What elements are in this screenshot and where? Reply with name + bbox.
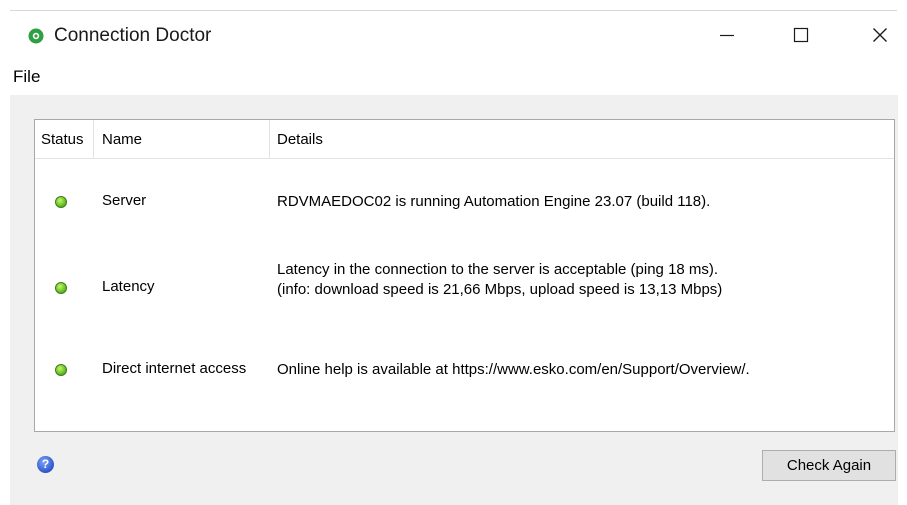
row-name: Server — [102, 192, 147, 209]
check-again-button[interactable]: Check Again — [762, 450, 896, 481]
status-table: Status Name Details Server RDVMAEDOC02 i… — [34, 119, 895, 432]
details-line: Latency in the connection to the server … — [277, 261, 719, 278]
close-button[interactable] — [857, 11, 903, 59]
column-header-status[interactable]: Status — [35, 120, 94, 158]
row-name: Direct internet access — [102, 360, 247, 377]
window-title: Connection Doctor — [54, 25, 212, 46]
app-icon — [28, 28, 44, 44]
menu-file[interactable]: File — [13, 67, 40, 87]
menu-bar: File — [0, 63, 907, 91]
title-bar[interactable]: Connection Doctor — [0, 11, 907, 63]
minimize-icon — [720, 34, 734, 37]
help-icon[interactable]: ? — [37, 456, 54, 473]
status-ok-icon — [55, 196, 67, 208]
row-details: Latency in the connection to the server … — [277, 260, 722, 300]
details-line: (info: download speed is 21,66 Mbps, upl… — [277, 281, 723, 298]
details-line: RDVMAEDOC02 is running Automation Engine… — [277, 193, 711, 210]
column-header-name[interactable]: Name — [94, 120, 270, 158]
row-details: RDVMAEDOC02 is running Automation Engine… — [277, 192, 710, 212]
status-ok-icon — [55, 282, 67, 294]
table-row[interactable]: Direct internet access Online help is av… — [35, 328, 894, 408]
table-row[interactable]: Server RDVMAEDOC02 is running Automation… — [35, 158, 894, 244]
maximize-button[interactable] — [778, 11, 824, 59]
minimize-button[interactable] — [704, 11, 750, 59]
row-details: Online help is available at https://www.… — [277, 360, 750, 380]
column-header-details[interactable]: Details — [270, 120, 894, 158]
row-name: Latency — [102, 278, 155, 295]
details-line: Online help is available at https://www.… — [277, 361, 750, 378]
table-row[interactable]: Latency Latency in the connection to the… — [35, 244, 894, 328]
status-ok-icon — [55, 364, 67, 376]
dialog-content: Status Name Details Server RDVMAEDOC02 i… — [10, 95, 898, 505]
table-header: Status Name Details — [35, 120, 894, 159]
close-icon — [873, 28, 887, 42]
maximize-icon — [793, 27, 809, 43]
